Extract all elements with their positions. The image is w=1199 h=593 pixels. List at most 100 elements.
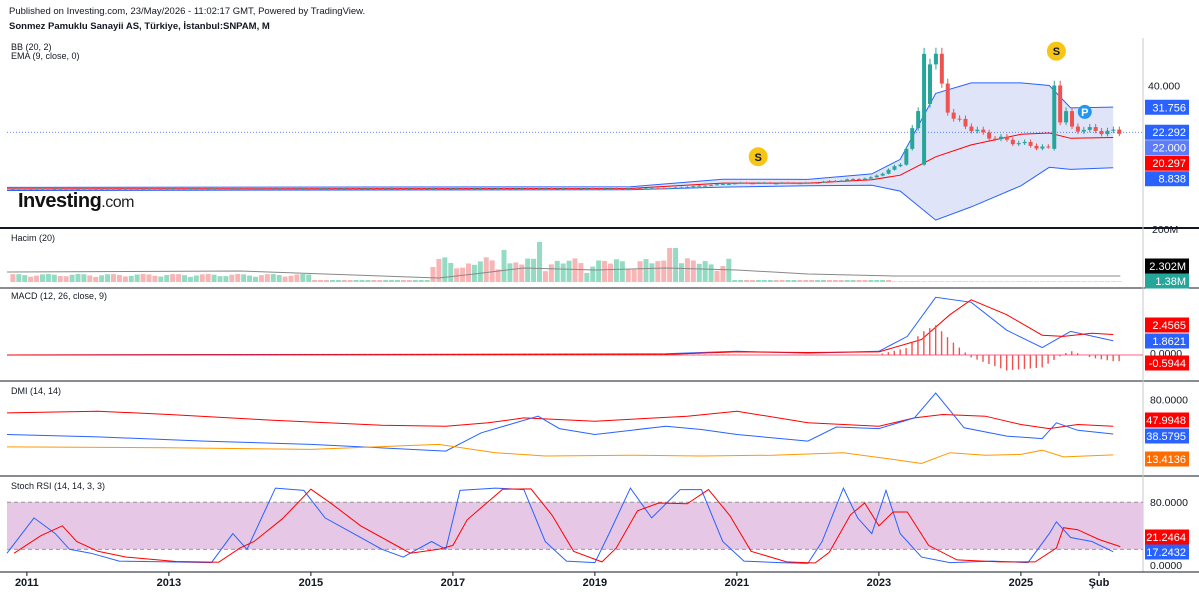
macd-label: MACD (12, 26, close, 9)	[11, 291, 107, 301]
candle	[584, 188, 589, 190]
volume-bar	[223, 276, 229, 282]
candle	[874, 175, 879, 178]
volume-bar	[755, 280, 761, 282]
volume-bar	[335, 280, 341, 282]
candle	[1034, 145, 1039, 149]
candle	[620, 188, 625, 190]
candle	[644, 188, 648, 190]
price-tag-0: 31.756	[1152, 102, 1186, 114]
candle	[892, 166, 897, 170]
candle	[229, 188, 234, 190]
candle	[933, 53, 938, 65]
candle	[655, 188, 660, 190]
candle	[957, 118, 962, 120]
volume-bar	[921, 281, 927, 282]
volume-bar	[270, 274, 276, 282]
candle	[419, 188, 424, 190]
volume-bar	[744, 280, 750, 282]
candle	[377, 188, 382, 190]
volume-bar	[974, 281, 980, 282]
candle	[324, 188, 329, 190]
candle	[596, 188, 601, 190]
volume-bar	[282, 276, 288, 282]
dmi-label: DMI (14, 14)	[11, 386, 61, 396]
candle	[158, 188, 163, 190]
volume-bar	[886, 280, 892, 282]
volume-bar	[655, 261, 661, 282]
candle	[466, 188, 471, 190]
candle	[709, 185, 714, 187]
volume-bar	[613, 259, 619, 282]
candle	[10, 188, 15, 190]
candle	[738, 182, 743, 184]
candle	[928, 64, 932, 104]
candle	[531, 188, 536, 190]
volume-bar	[903, 281, 909, 282]
volume-bar	[1034, 281, 1039, 282]
candle	[608, 188, 613, 190]
volume-bar	[294, 274, 300, 282]
candle	[354, 188, 359, 190]
candle	[922, 53, 927, 165]
volume-bar	[359, 280, 365, 282]
volume-bar	[247, 275, 253, 282]
candle	[188, 188, 193, 190]
volume-bar	[1039, 281, 1045, 282]
candle	[306, 188, 311, 190]
candle	[614, 188, 619, 190]
candle	[578, 188, 583, 190]
candle	[744, 182, 749, 184]
volume-label: Hacim (20)	[11, 233, 55, 243]
candle	[141, 188, 146, 190]
volume-bar	[596, 260, 602, 282]
candle	[318, 188, 323, 190]
volume-bar	[152, 275, 158, 282]
candle	[259, 188, 264, 190]
candle	[472, 188, 477, 190]
candle	[561, 188, 566, 190]
candle	[715, 184, 719, 186]
volume-bar	[702, 261, 708, 282]
candle	[774, 183, 779, 185]
volume-bar	[40, 274, 45, 282]
candle	[963, 118, 968, 127]
dmi-tick-80: 80.0000	[1150, 395, 1188, 407]
candle	[383, 188, 388, 190]
candle	[691, 186, 696, 188]
candle	[1099, 130, 1104, 135]
chart-canvas[interactable]: SSP BB (20, 2)EMA (9, close, 0)40.000Hac…	[0, 0, 1199, 593]
volume-bar	[708, 264, 714, 282]
x-tick-2021: 2021	[725, 577, 749, 589]
volume-bar	[400, 280, 406, 282]
volume-tick-200m: 200M	[1152, 224, 1178, 236]
candle	[1111, 129, 1116, 131]
volume-bar	[122, 276, 128, 282]
candle	[1040, 146, 1045, 149]
volume-bar	[578, 263, 584, 282]
candle	[407, 188, 412, 190]
volume-bar	[1087, 281, 1093, 282]
candle	[649, 188, 654, 190]
candle	[632, 188, 637, 190]
candle	[176, 188, 181, 190]
candle	[525, 188, 530, 190]
candle	[857, 179, 861, 181]
volume-bar	[815, 280, 821, 282]
candle	[916, 111, 921, 129]
candle	[289, 188, 293, 190]
candle	[720, 184, 725, 186]
volume-bar	[377, 280, 383, 282]
candle	[904, 148, 909, 165]
volume-bar	[832, 280, 838, 282]
volume-bar	[57, 276, 63, 282]
candle	[294, 188, 299, 190]
candle	[1075, 126, 1080, 132]
candle	[667, 188, 672, 190]
volume-bar	[329, 280, 335, 282]
volume-bar	[726, 258, 732, 282]
stoch-tick-0: 0.0000	[1150, 560, 1182, 572]
volume-bar	[241, 274, 247, 282]
candle	[756, 182, 761, 184]
volume-bar	[992, 281, 998, 282]
candle	[851, 179, 856, 181]
